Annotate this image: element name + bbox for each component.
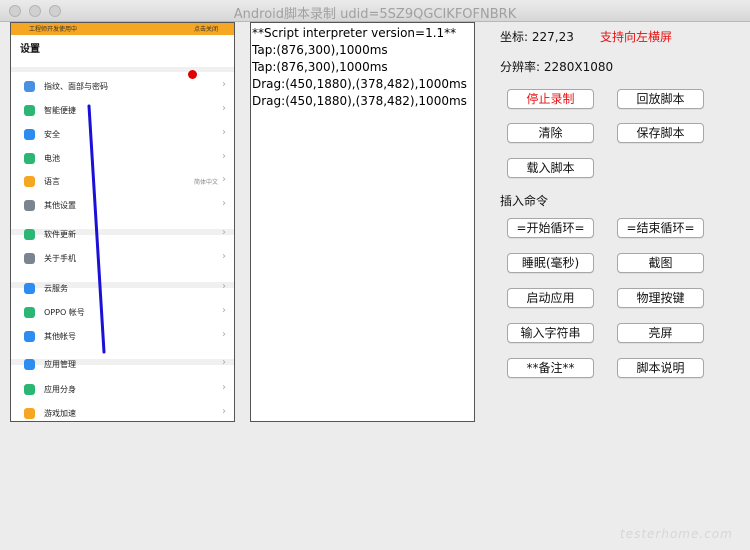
- loop-start-button[interactable]: =开始循环=: [507, 218, 594, 238]
- clear-button[interactable]: 清除: [507, 123, 594, 143]
- sleep-button[interactable]: 睡眠(毫秒): [507, 253, 594, 273]
- wake-screen-button[interactable]: 亮屏: [617, 323, 704, 343]
- script-line: Tap:(876,300),1000ms: [252, 43, 388, 57]
- stop-recording-button[interactable]: 停止录制: [507, 89, 594, 109]
- input-text-button[interactable]: 输入字符串: [507, 323, 594, 343]
- load-script-button[interactable]: 载入脚本: [507, 158, 594, 178]
- launch-app-button[interactable]: 启动应用: [507, 288, 594, 308]
- loop-end-button[interactable]: =结束循环=: [617, 218, 704, 238]
- physical-key-button[interactable]: 物理按键: [617, 288, 704, 308]
- insert-command-heading: 插入命令: [500, 194, 549, 208]
- title-bar: Android脚本录制 udid=5SZ9QGCIKFOFNBRK: [0, 0, 750, 22]
- resolution-readout: 分辨率: 2280X1080: [500, 60, 614, 74]
- script-editor[interactable]: **Script interpreter version=1.1** Tap:(…: [250, 22, 475, 422]
- save-script-button[interactable]: 保存脚本: [617, 123, 704, 143]
- coordinate-readout: 坐标: 227,23: [500, 30, 574, 44]
- window-title: Android脚本录制 udid=5SZ9QGCIKFOFNBRK: [233, 7, 517, 22]
- replay-script-button[interactable]: 回放脚本: [617, 89, 704, 109]
- script-line: Tap:(876,300),1000ms: [252, 60, 388, 74]
- phone-screen-preview[interactable]: 工程师开发使用中 点击关闭 设置 指纹、面部与密码 › 智能便捷 › 安全 › 电池 › 语言简…: [10, 22, 235, 422]
- drag-path-overlay: [87, 104, 106, 354]
- script-help-button[interactable]: 脚本说明: [617, 358, 704, 378]
- script-line: Drag:(450,1880),(378,482),1000ms: [252, 77, 467, 91]
- watermark: testerhome.com: [620, 527, 733, 541]
- script-line: Drag:(450,1880),(378,482),1000ms: [252, 94, 467, 108]
- comment-button[interactable]: **备注**: [507, 358, 594, 378]
- drag-path-line: [87, 104, 106, 354]
- landscape-support-label: 支持向左横屏: [600, 30, 673, 44]
- screenshot-button[interactable]: 截图: [617, 253, 704, 273]
- script-line: **Script interpreter version=1.1**: [252, 26, 457, 40]
